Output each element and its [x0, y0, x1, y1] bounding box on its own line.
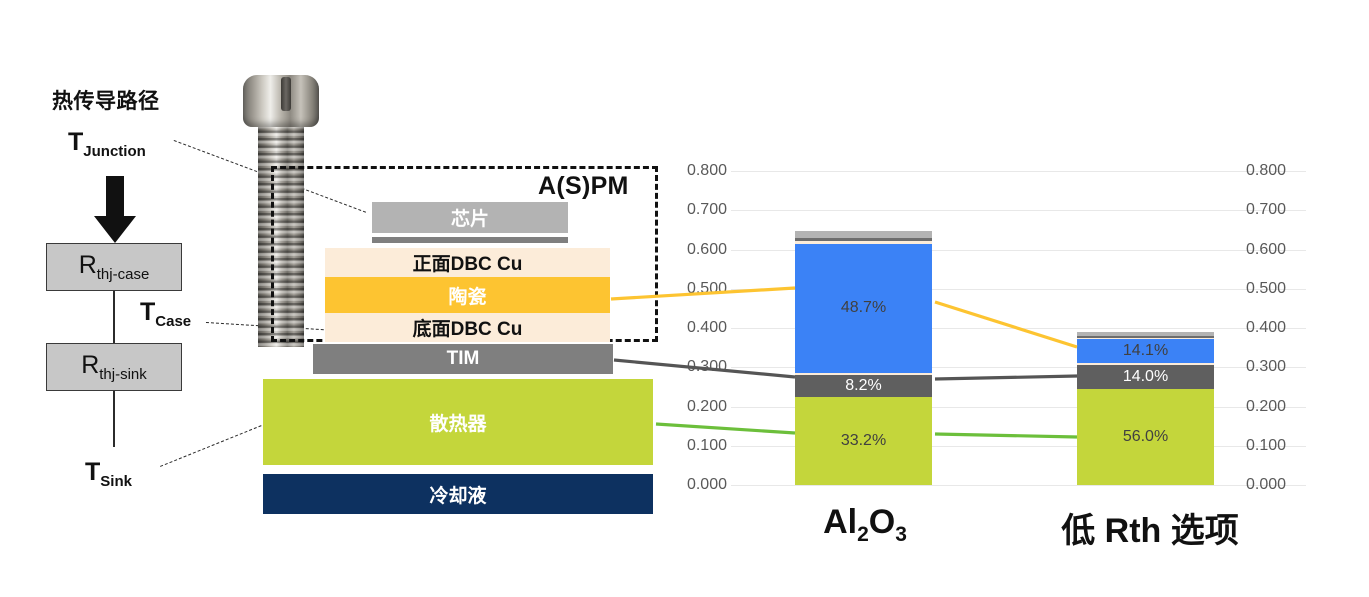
rthj-sink-box: Rthj-sink: [46, 343, 182, 391]
bar-0[interactable]: 33.2% 8.2% 48.7%: [795, 171, 932, 485]
stack-layer-dbc-top-label: 正面DBC Cu: [412, 254, 523, 275]
bar-segment: 14.1%: [1077, 339, 1214, 364]
bar-segment-label: 14.0%: [1122, 367, 1169, 385]
t-sink-label: TSink: [85, 458, 132, 490]
bar-segment: [1077, 337, 1214, 340]
y-tick-right: 0.100: [1246, 436, 1287, 454]
y-tick-right: 0.800: [1246, 162, 1287, 179]
y-tick-left: 0.400: [686, 319, 727, 336]
bar-segment-label: 56.0%: [1122, 427, 1169, 445]
rthj-case-box: Rthj-case: [46, 243, 182, 291]
stack-layer-ceramic-label: 陶瓷: [448, 286, 487, 308]
slide-canvas: 热传导路径 TJunction Rthj-case TCase Rthj-sin…: [0, 0, 1369, 597]
t-case-label: TCase: [140, 298, 192, 330]
chain-connector-2: [113, 391, 115, 447]
stack-layer-dbc-top: 正面DBC Cu: [325, 248, 610, 277]
stack-layer-dbc-bottom: 底面DBC Cu: [325, 313, 610, 342]
bar-segment-label: 48.7%: [840, 299, 887, 317]
stack-layer-chip: 芯片: [372, 202, 568, 233]
bar-segment: [1077, 332, 1214, 336]
bar-segment: 48.7%: [795, 243, 932, 373]
bar-segment: [795, 241, 932, 244]
stack-layer-heatsink-label: 散热器: [429, 413, 487, 435]
stack-layer-heatsink: 散热器: [263, 379, 653, 465]
y-tick-right: 0.500: [1246, 279, 1287, 297]
category-label-1: 低 Rth 选项: [1061, 512, 1239, 550]
category-label-0: Al2O3: [823, 503, 907, 546]
y-tick-left: 0.600: [686, 240, 727, 258]
y-tick-left: 0.000: [686, 476, 727, 493]
bar-segment: 56.0%: [1077, 388, 1214, 485]
stack-layer-tim-label: TIM: [446, 348, 480, 369]
bar-segment: [1077, 335, 1214, 338]
y-tick-right: 0.300: [1246, 358, 1287, 376]
chain-connector-1: [113, 291, 115, 343]
bar-segment: [1077, 363, 1214, 365]
bar-segment: [795, 237, 932, 242]
bar-segment: 14.0%: [1077, 364, 1214, 389]
bar-segment-label: 14.1%: [1122, 342, 1169, 360]
t-junction-label: TJunction: [68, 128, 146, 160]
bar-segment: 8.2%: [795, 375, 932, 397]
y-tick-right: 0.400: [1246, 319, 1287, 336]
y-tick-right: 0.600: [1246, 240, 1287, 258]
y-tick-left: 0.800: [686, 162, 727, 179]
heat-flow-arrow-icon: [93, 176, 137, 249]
bar-segment-label: 8.2%: [845, 377, 882, 395]
bar-segment-label: 33.2%: [840, 431, 887, 449]
y-tick-left: 0.300: [686, 358, 727, 376]
gridline: [731, 485, 1306, 486]
aspm-label: A(S)PM: [538, 172, 629, 200]
stack-layer-ceramic: 陶瓷: [325, 277, 610, 313]
y-tick-right: 0.200: [1246, 397, 1287, 415]
y-tick-right: 0.000: [1246, 476, 1287, 493]
y-tick-left: 0.700: [686, 201, 727, 219]
stack-layer-dbc-bottom-label: 底面DBC Cu: [412, 319, 523, 340]
y-tick-left: 0.100: [686, 436, 727, 454]
stack-layer-solder: [372, 237, 568, 243]
stack-layer-coolant-label: 冷却液: [429, 485, 487, 507]
stack-layer-tim: TIM: [313, 344, 613, 374]
bar-1[interactable]: 56.0% 14.0% 14.1%: [1077, 171, 1214, 485]
thermal-path-title: 热传导路径: [52, 90, 160, 113]
y-tick-left: 0.200: [686, 397, 727, 415]
stack-layer-chip-label: 芯片: [450, 209, 489, 230]
y-tick-right: 0.700: [1246, 201, 1287, 219]
y-tick-left: 0.500: [686, 279, 727, 297]
stack-layer-coolant: 冷却液: [263, 474, 653, 514]
bar-segment: 33.2%: [795, 396, 932, 485]
bar-segment: [795, 372, 932, 376]
bar-segment: [795, 231, 932, 238]
